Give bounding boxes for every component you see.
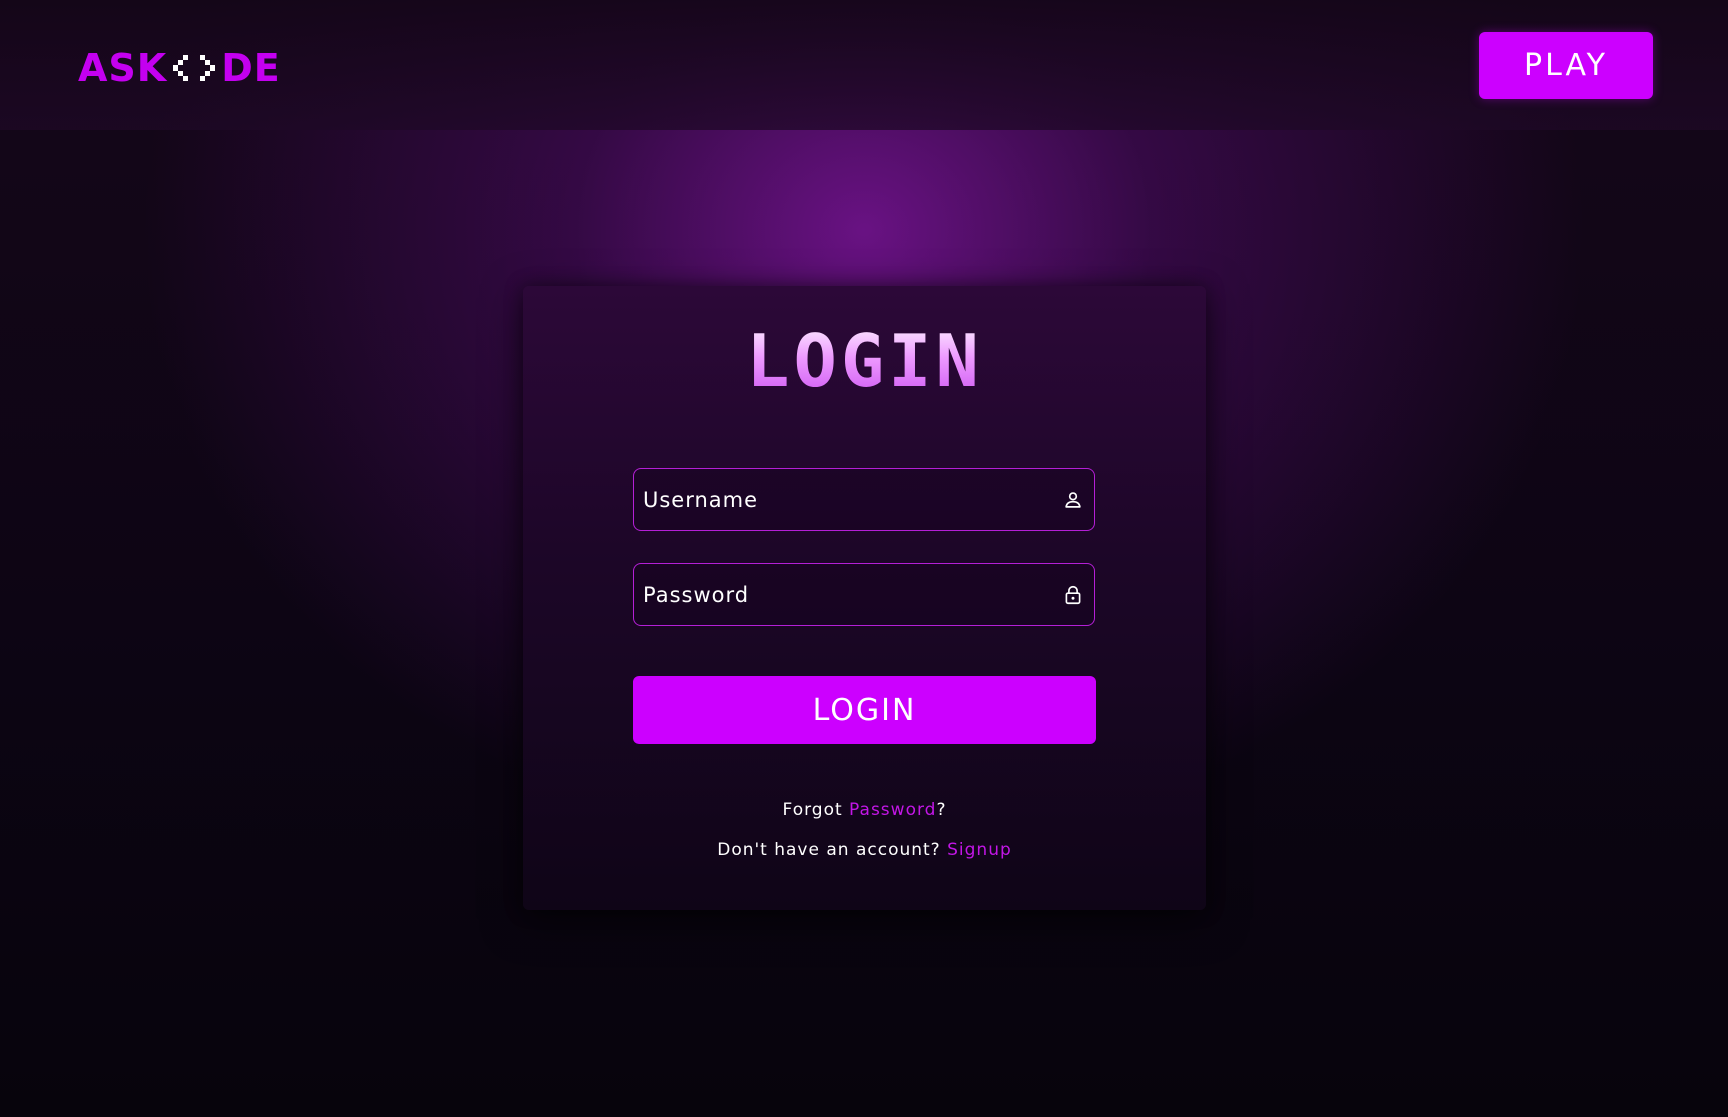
login-title: LOGIN: [523, 316, 1206, 406]
logo-text-right: DE: [221, 46, 281, 90]
password-input[interactable]: [634, 564, 1094, 625]
signup-prefix: Don't have an account?: [717, 840, 948, 860]
forgot-password-line: Forgot Password?: [523, 800, 1206, 820]
signup-line: Don't have an account? Signup: [523, 840, 1206, 860]
user-icon: [1065, 492, 1081, 508]
password-field[interactable]: [633, 563, 1095, 626]
askode-logo[interactable]: ASK DE: [78, 46, 281, 90]
page: ASK DE PLAY LOGIN Username LOGIN Forgot …: [0, 0, 1728, 1117]
forgot-password-link[interactable]: Password: [849, 800, 936, 820]
login-card: LOGIN LOGIN Forgot Password? Don't have …: [523, 286, 1206, 910]
play-button[interactable]: PLAY: [1479, 32, 1653, 99]
code-brackets-icon: [173, 55, 216, 81]
login-submit-button[interactable]: LOGIN: [633, 676, 1096, 744]
username-field[interactable]: [633, 468, 1095, 531]
top-navbar: ASK DE PLAY: [0, 0, 1728, 130]
signup-link[interactable]: Signup: [947, 840, 1012, 860]
username-input[interactable]: [634, 469, 1094, 530]
forgot-suffix: ?: [936, 800, 947, 820]
forgot-prefix: Forgot: [782, 800, 850, 820]
lock-icon: [1065, 585, 1081, 605]
logo-text-left: ASK: [78, 46, 168, 90]
